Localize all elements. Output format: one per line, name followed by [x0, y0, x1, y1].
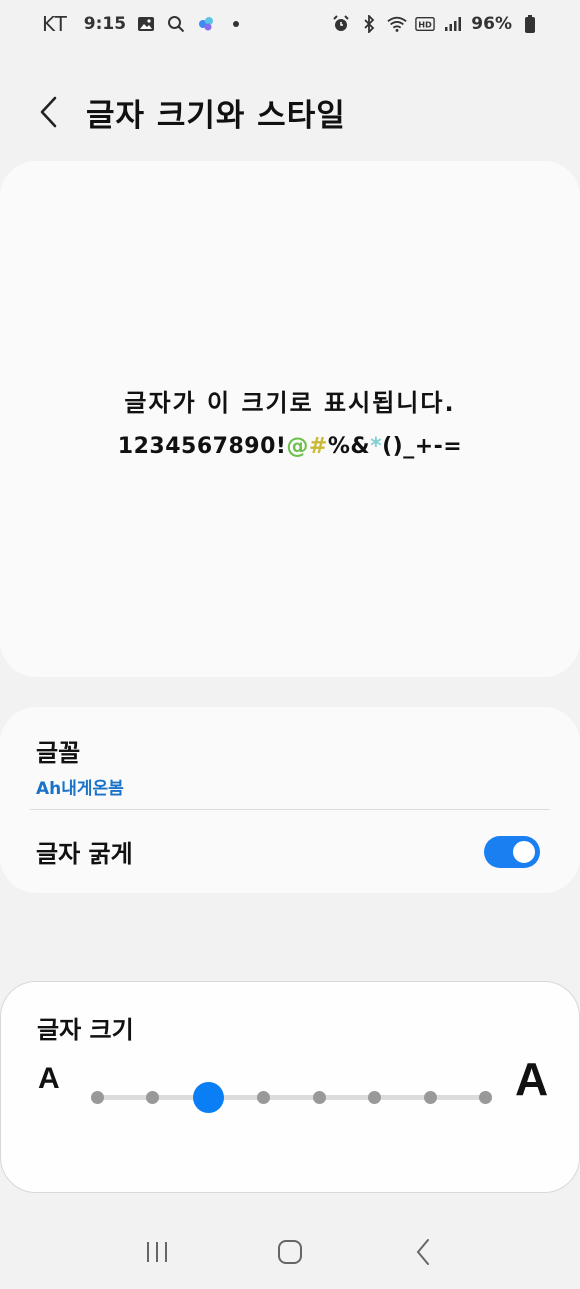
font-size-card: 글자 크기 A A	[0, 981, 580, 1193]
svg-text:HD: HD	[418, 20, 432, 30]
signal-icon	[443, 14, 463, 34]
notification-dot-icon	[226, 14, 246, 34]
font-size-slider[interactable]	[91, 1082, 492, 1113]
slider-step-dot[interactable]	[368, 1091, 382, 1104]
font-size-label: 글자 크기	[37, 1016, 134, 1044]
page-title: 글자 크기와 스타일	[86, 97, 346, 134]
slider-step-dot[interactable]	[257, 1091, 271, 1104]
large-text-size-icon: A	[515, 1053, 549, 1105]
slider-step-dot[interactable]	[423, 1091, 437, 1104]
bold-text-row[interactable]: 글자 굵게	[0, 810, 580, 893]
back-nav-icon	[417, 1239, 430, 1265]
font-current-value: Ah내게온봄	[36, 779, 124, 799]
wifi-icon	[387, 14, 407, 34]
slider-step-dot[interactable]	[146, 1091, 160, 1104]
slider-thumb[interactable]	[192, 1082, 224, 1113]
home-icon	[277, 1240, 302, 1264]
hd-icon: HD	[415, 14, 436, 34]
preview-percent-amp: %&	[327, 434, 371, 459]
back-nav-button[interactable]	[393, 1227, 453, 1277]
font-preview-card: 글자가 이 크기로 표시됩니다. 1234567890!@#%&*()_+-=	[0, 161, 580, 677]
preview-hash-symbol: #	[308, 434, 328, 459]
status-bar: KT 9:15 HD 96%	[0, 0, 580, 48]
font-settings-card: 글꼴 Ah내게온봄 글자 굵게	[0, 707, 580, 893]
chevron-left-icon	[40, 96, 57, 128]
battery-percent: 96%	[471, 14, 512, 34]
bluetooth-icon	[359, 14, 379, 34]
small-text-size-icon: A	[38, 1062, 60, 1095]
font-selector-row[interactable]: 글꼴 Ah내게온봄	[0, 707, 580, 809]
preview-brackets: ()_+-=	[382, 434, 463, 459]
preview-digits: 1234567890!	[117, 434, 287, 459]
slider-step-dot[interactable]	[312, 1091, 326, 1104]
alarm-icon	[331, 14, 351, 34]
back-button[interactable]	[24, 88, 72, 136]
assistant-icon	[196, 14, 216, 34]
preview-star-symbol: *	[370, 434, 383, 459]
bold-text-label: 글자 굵게	[36, 840, 133, 868]
preview-sample-symbols: 1234567890!@#%&*()_+-=	[118, 434, 462, 459]
preview-at-symbol: @	[286, 434, 309, 459]
font-label: 글꼴	[36, 739, 81, 767]
battery-icon	[520, 14, 540, 34]
toggle-knob	[511, 838, 537, 865]
slider-step-dot[interactable]	[479, 1091, 492, 1104]
system-nav-bar	[0, 1222, 580, 1282]
bold-text-toggle[interactable]	[484, 835, 540, 868]
gallery-icon	[136, 14, 156, 34]
recents-icon	[146, 1242, 167, 1262]
carrier-label: KT	[42, 12, 68, 36]
home-button[interactable]	[260, 1227, 320, 1277]
search-icon	[166, 14, 186, 34]
preview-sample-text: 글자가 이 크기로 표시됩니다.	[124, 389, 456, 417]
slider-step-dot[interactable]	[91, 1091, 104, 1104]
clock: 9:15	[83, 14, 127, 34]
recents-button[interactable]	[127, 1227, 187, 1277]
app-header: 글자 크기와 스타일	[0, 82, 580, 142]
